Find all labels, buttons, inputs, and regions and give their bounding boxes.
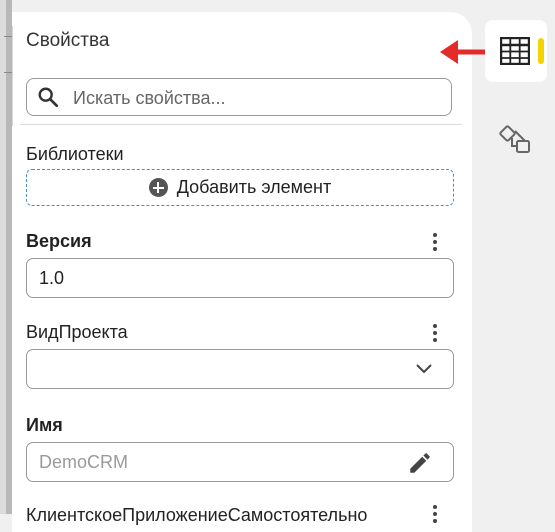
search-icon: [38, 87, 59, 108]
libraries-label: Библиотеки: [26, 144, 124, 164]
name-label: Имя: [26, 415, 63, 435]
red-arrow-annotation: [440, 40, 488, 64]
left-edge-strip: [0, 0, 12, 514]
properties-panel: Свойства Библиотеки Добавить элемент Вер…: [12, 12, 472, 532]
plus-circle-icon: [148, 178, 168, 197]
search-box[interactable]: [26, 78, 452, 117]
version-more-icon[interactable]: [433, 233, 437, 251]
panel-title: Свойства: [26, 30, 110, 51]
project-type-select[interactable]: [26, 349, 454, 389]
project-type-label: ВидПроекта: [26, 322, 128, 342]
table-icon: [500, 37, 530, 65]
panel-left-divider: [12, 26, 13, 126]
version-label: Версия: [26, 231, 92, 251]
add-element-button[interactable]: Добавить элемент: [26, 169, 454, 206]
version-value: 1.0: [39, 268, 65, 288]
ruler-tick: [4, 72, 12, 73]
diagram-icon[interactable]: [499, 125, 533, 157]
chevron-down-icon: [416, 364, 432, 374]
pencil-edit-icon[interactable]: [407, 450, 433, 476]
active-indicator: [538, 38, 544, 64]
version-field[interactable]: 1.0: [26, 258, 454, 298]
name-placeholder: DemoCRM: [39, 452, 129, 472]
table-view-tab[interactable]: [485, 20, 547, 82]
ruler-tick: [4, 36, 12, 37]
client-app-more-icon[interactable]: [433, 505, 437, 523]
add-element-label: Добавить элемент: [176, 177, 332, 197]
name-field[interactable]: DemoCRM: [26, 442, 454, 482]
client-app-label: КлиентскоеПриложениеСамостоятельно: [26, 505, 368, 525]
search-input[interactable]: [71, 79, 445, 117]
section-divider: [20, 124, 462, 125]
project-type-more-icon[interactable]: [433, 324, 437, 342]
